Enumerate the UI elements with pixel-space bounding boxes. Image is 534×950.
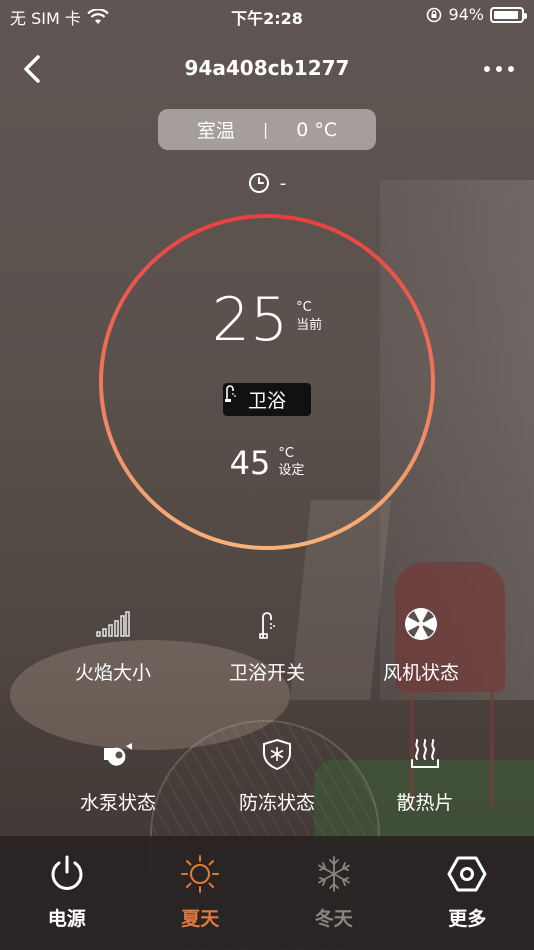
control-label: 风机状态 [382,662,459,684]
nav-header: 94a408cb1277 [0,46,534,92]
tab-label: 电源 [47,908,86,930]
tab-power[interactable]: 电源 [0,836,134,950]
current-temp-value: 25 [211,285,289,355]
sun-icon [181,855,220,893]
tab-label: 冬天 [314,908,353,930]
timer-value: - [279,172,287,194]
signal-bars-icon [96,611,130,637]
control-pump-status[interactable]: 水泵状态 [29,734,207,815]
control-label: 卫浴开关 [228,662,305,684]
control-fan-status[interactable]: 风机状态 [332,604,510,685]
thermostat-dial[interactable]: 25 °C 当前 卫浴 45 °C 设定 [98,213,436,551]
set-temp-value: 45 [229,444,271,482]
status-bar: 无 SIM 卡 下午2:28 94% [0,0,534,30]
tab-label: 夏天 [181,908,220,930]
current-temp-label: 当前 [296,318,323,333]
control-flame-size[interactable]: 火焰大小 [24,604,202,685]
control-label: 水泵状态 [79,792,156,814]
dial-ring [99,214,435,550]
set-temp-label: 设定 [278,463,305,478]
tab-winter[interactable]: 冬天 [267,836,401,950]
tab-label: 更多 [448,908,487,930]
control-label: 防冻状态 [238,792,315,814]
power-icon [51,855,83,890]
shower-icon [259,612,275,639]
mode-badge: 卫浴 [223,383,311,416]
device-title: 94a408cb1277 [184,56,350,80]
set-temp-unit: °C [278,446,294,461]
faucet-icon [225,385,236,402]
mode-tab-bar: 电源 夏天 冬天 更多 [0,836,534,950]
clock-icon [248,173,269,193]
timer-row[interactable]: - [0,172,534,194]
more-options-icon[interactable] [484,56,514,82]
control-label: 散热片 [396,792,454,814]
current-temperature: 25 °C 当前 [98,285,436,355]
control-bath-switch[interactable]: 卫浴开关 [178,604,356,685]
current-temp-unit: °C [296,300,312,315]
battery-icon [490,6,527,23]
room-temp-value: 0 °C [296,118,338,141]
battery-percent: 94% [448,5,484,24]
hexagon-nut-icon [447,856,487,892]
radiator-icon [411,739,439,768]
pump-icon [104,743,132,766]
control-label: 火焰大小 [74,662,151,684]
room-temperature-pill: 室温 | 0 °C [158,109,376,150]
snowflake-icon [317,856,350,892]
orientation-lock-icon [427,7,442,22]
tab-summer[interactable]: 夏天 [134,836,268,950]
snowflake-shield-icon [263,738,291,770]
fan-icon [405,608,437,640]
room-temp-label: 室温 [196,120,235,142]
mode-label: 卫浴 [247,390,286,412]
control-radiator[interactable]: 散热片 [336,734,514,815]
set-temperature: 45 °C 设定 [98,441,436,485]
tab-more[interactable]: 更多 [401,836,534,950]
